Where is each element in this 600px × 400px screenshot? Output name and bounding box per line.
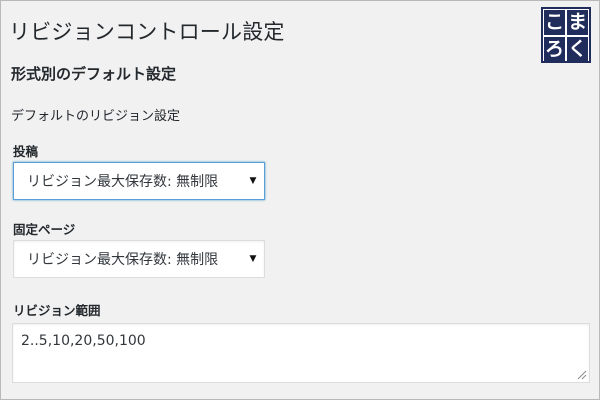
- resize-grip-icon[interactable]: [577, 370, 587, 380]
- page-label: 固定ページ: [13, 222, 76, 237]
- revision-range-value: 2..5,10,20,50,100: [21, 333, 146, 349]
- logo-char-1: こ: [544, 10, 565, 35]
- komaroku-logo: こ ま ろ く: [541, 7, 591, 63]
- logo-char-3: ろ: [544, 37, 565, 62]
- revision-range-label: リビジョン範囲: [13, 303, 101, 318]
- post-revision-select[interactable]: リビジョン最大保存数: 無制限 ▼: [13, 162, 265, 200]
- revision-range-textarea[interactable]: 2..5,10,20,50,100: [12, 323, 590, 383]
- post-label: 投稿: [13, 144, 39, 159]
- caret-down-icon: ▼: [249, 254, 257, 264]
- sub-heading: デフォルトのリビジョン設定: [11, 109, 181, 124]
- page-revision-select-value: リビジョン最大保存数: 無制限: [27, 252, 219, 268]
- post-revision-select-value: リビジョン最大保存数: 無制限: [27, 174, 219, 190]
- page-title: リビジョンコントロール設定: [9, 20, 285, 44]
- settings-panel: リビジョンコントロール設定 こ ま ろ く 形式別のデフォルト設定 デフォルトの…: [0, 0, 600, 400]
- section-heading: 形式別のデフォルト設定: [11, 65, 177, 83]
- caret-down-icon: ▼: [249, 176, 257, 186]
- logo-char-2: ま: [567, 10, 588, 35]
- page-revision-select[interactable]: リビジョン最大保存数: 無制限 ▼: [13, 240, 265, 278]
- logo-char-4: く: [567, 37, 588, 62]
